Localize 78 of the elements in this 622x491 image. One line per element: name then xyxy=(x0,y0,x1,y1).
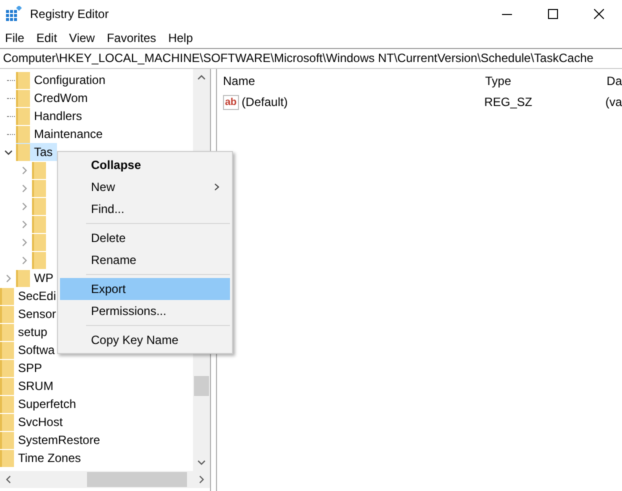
tree-item[interactable]: SecEdi xyxy=(0,287,60,305)
folder-icon xyxy=(0,432,14,448)
folder-icon xyxy=(0,306,14,322)
tree-item[interactable]: Maintenance xyxy=(16,125,107,143)
menu-item[interactable]: File xyxy=(2,31,30,45)
menu-item[interactable]: Help xyxy=(165,31,198,45)
folder-icon xyxy=(32,162,46,178)
context-menu-item[interactable]: Collapse xyxy=(60,154,230,176)
context-menu-item[interactable]: Permissions... xyxy=(60,300,230,322)
address-bar[interactable]: Computer\HKEY_LOCAL_MACHINE\SOFTWARE\Microsoft\Windows NT\CurrentVersion\Schedule\TaskCache xyxy=(0,48,622,69)
folder-icon xyxy=(16,270,30,286)
tree-item[interactable]: SvcHost xyxy=(0,413,67,431)
table-cell-text: REG_SZ xyxy=(483,95,534,109)
folder-icon xyxy=(16,108,30,124)
column-header[interactable]: Da xyxy=(600,74,622,88)
folder-icon xyxy=(0,414,14,430)
folder-icon xyxy=(0,342,14,358)
tree-item[interactable]: Tas xyxy=(16,143,57,161)
tree-item[interactable]: Configuration xyxy=(16,71,110,89)
maximize-icon[interactable] xyxy=(548,9,558,19)
chevron-right-icon[interactable] xyxy=(20,238,28,246)
tree-item[interactable]: Sensor xyxy=(0,305,60,323)
context-menu-item[interactable]: Rename xyxy=(60,249,230,271)
context-menu-item[interactable]: New xyxy=(60,176,230,198)
tree-item[interactable]: SystemRestore xyxy=(0,431,104,449)
tree-item[interactable]: setup xyxy=(0,323,52,341)
scroll-left-icon[interactable] xyxy=(4,475,13,484)
column-header[interactable]: Name xyxy=(217,74,480,88)
scroll-up-icon[interactable] xyxy=(197,73,206,82)
folder-icon xyxy=(16,126,30,142)
folder-icon xyxy=(16,90,30,106)
tree-item[interactable]: SPP xyxy=(0,359,46,377)
folder-icon xyxy=(32,216,46,232)
tree-item[interactable]: Superfetch xyxy=(0,395,80,413)
scroll-thumb[interactable] xyxy=(87,472,187,487)
folder-icon xyxy=(16,144,30,160)
context-menu-item[interactable]: Export xyxy=(60,278,230,300)
menu-item[interactable]: View xyxy=(66,31,100,45)
close-icon[interactable] xyxy=(594,9,604,19)
menu-item[interactable]: Favorites xyxy=(104,31,162,45)
chevron-right-icon[interactable] xyxy=(20,166,28,174)
folder-icon xyxy=(0,288,14,304)
chevron-right-icon[interactable] xyxy=(20,256,28,264)
folder-icon xyxy=(0,360,14,376)
scroll-thumb[interactable] xyxy=(194,376,209,396)
context-menu-item[interactable]: Copy Key Name xyxy=(60,329,230,351)
folder-icon xyxy=(32,180,46,196)
tree-item[interactable]: WP xyxy=(16,269,58,287)
tree-item[interactable]: SRUM xyxy=(0,377,58,395)
chevron-right-icon[interactable] xyxy=(4,274,12,282)
folder-icon xyxy=(0,324,14,340)
folder-icon xyxy=(16,72,30,88)
horizontal-scrollbar[interactable] xyxy=(0,471,210,488)
folder-icon xyxy=(0,396,14,412)
registry-editor-icon xyxy=(6,6,22,22)
folder-icon xyxy=(32,198,46,214)
menu-item[interactable]: Edit xyxy=(33,31,62,45)
table-cell-text: (va xyxy=(604,95,622,109)
context-menu-item[interactable]: Find... xyxy=(60,198,230,220)
tree-item[interactable]: Handlers xyxy=(16,107,86,125)
scroll-down-icon[interactable] xyxy=(197,458,206,467)
folder-icon xyxy=(32,234,46,250)
window-title: Registry Editor xyxy=(30,7,109,21)
folder-icon xyxy=(0,450,14,466)
folder-icon xyxy=(32,252,46,268)
tree-item[interactable]: Time Zones xyxy=(0,449,85,467)
folder-icon xyxy=(0,378,14,394)
scroll-right-icon[interactable] xyxy=(197,475,206,484)
chevron-right-icon[interactable] xyxy=(20,220,28,228)
chevron-down-icon[interactable] xyxy=(4,148,12,156)
tree-item[interactable]: Softwa xyxy=(0,341,59,359)
table-cell: (Default) xyxy=(242,95,288,109)
context-menu-item[interactable]: Delete xyxy=(60,227,230,249)
chevron-right-icon[interactable] xyxy=(20,202,28,210)
string-value-icon: ab xyxy=(223,94,239,110)
chevron-right-icon[interactable] xyxy=(20,184,28,192)
column-header[interactable]: Type xyxy=(479,74,601,88)
tree-item[interactable]: CredWom xyxy=(16,89,92,107)
